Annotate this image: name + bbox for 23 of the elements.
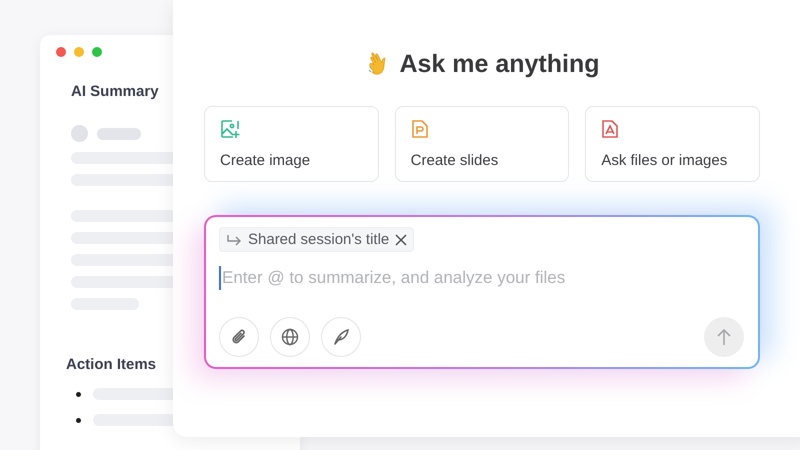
- action-card[interactable]: Ask files or images: [585, 106, 760, 182]
- feather-icon: [332, 328, 350, 346]
- forward-arrow-icon: [226, 232, 242, 246]
- page-title: Ask me anything: [399, 50, 600, 79]
- close-window-icon[interactable]: [56, 47, 66, 57]
- bullet-icon: [76, 392, 81, 396]
- text-placeholder: [97, 128, 141, 140]
- slides-file-icon: [410, 119, 429, 139]
- section-heading: Action Items: [66, 356, 156, 373]
- arrow-up-icon: [716, 328, 732, 346]
- chip-label: Shared session's title: [248, 231, 390, 248]
- tool-button[interactable]: [219, 317, 259, 357]
- tool-button[interactable]: [321, 317, 361, 357]
- avatar-placeholder: [71, 125, 88, 142]
- bullet-icon: [76, 418, 81, 422]
- globe-icon: [281, 328, 299, 346]
- action-card[interactable]: Create slides: [394, 106, 570, 182]
- close-icon[interactable]: [395, 234, 408, 246]
- section-heading: AI Summary: [71, 83, 159, 100]
- action-card[interactable]: Create image: [204, 106, 379, 182]
- pdf-file-icon: [601, 119, 620, 139]
- tool-button[interactable]: [270, 317, 310, 357]
- image-add-icon: [220, 119, 240, 139]
